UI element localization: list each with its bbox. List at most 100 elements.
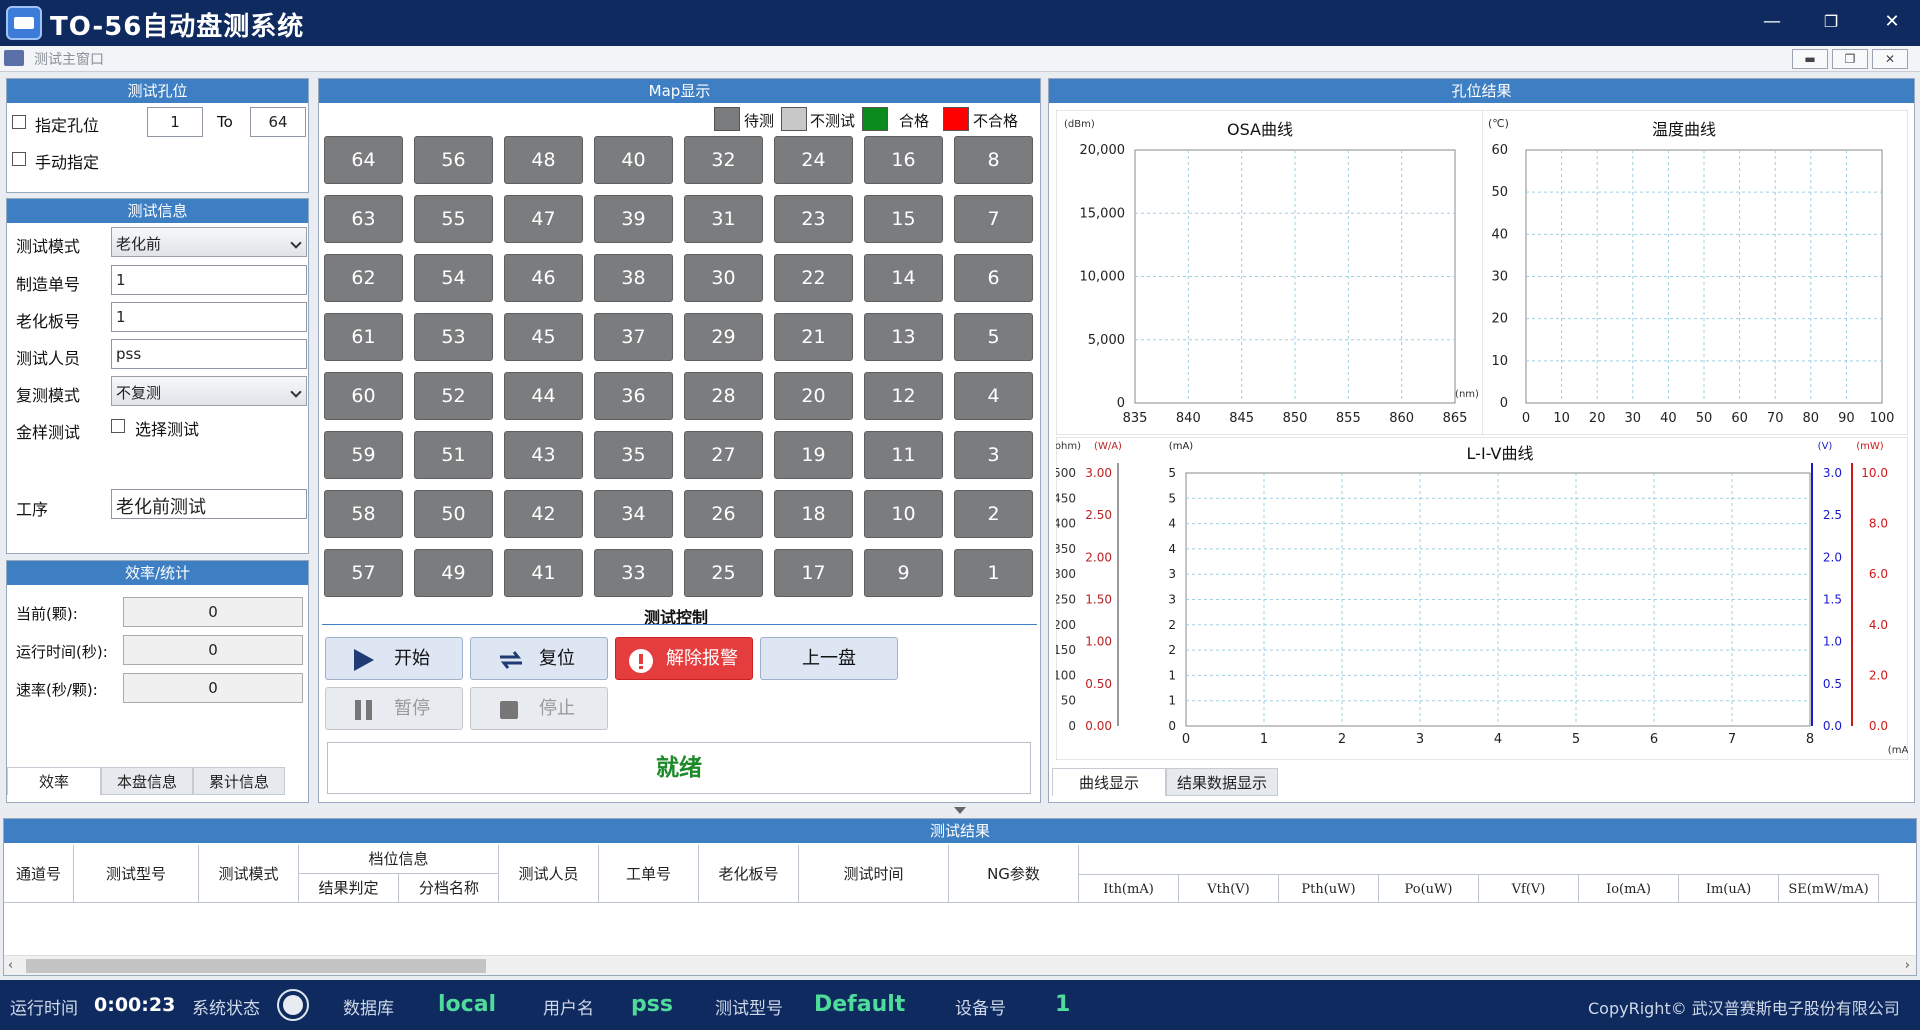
specify-hole-checkbox[interactable] (12, 115, 26, 129)
close-icon[interactable]: ✕ (1874, 8, 1910, 36)
hole-62[interactable]: 62 (324, 254, 403, 302)
hole-31[interactable]: 31 (684, 195, 763, 243)
hole-3[interactable]: 3 (954, 431, 1033, 479)
reset-button[interactable]: 复位 (470, 637, 608, 680)
hole-55[interactable]: 55 (414, 195, 493, 243)
hole-63[interactable]: 63 (324, 195, 403, 243)
pause-button[interactable]: 暂停 (325, 687, 463, 730)
hole-5[interactable]: 5 (954, 313, 1033, 361)
minimize-icon[interactable]: — (1754, 8, 1790, 36)
hole-52[interactable]: 52 (414, 372, 493, 420)
liv-chart: L-I-V曲线 (mA) 012345678(ohm)0501001502002… (1056, 437, 1908, 760)
hole-18[interactable]: 18 (774, 490, 853, 538)
hole-64[interactable]: 64 (324, 136, 403, 184)
hole-34[interactable]: 34 (594, 490, 673, 538)
hole-23[interactable]: 23 (774, 195, 853, 243)
order-input[interactable]: 1 (111, 265, 307, 295)
scrollbar-thumb[interactable] (26, 959, 486, 973)
tab-result-data[interactable]: 结果数据显示 (1166, 768, 1278, 796)
hole-51[interactable]: 51 (414, 431, 493, 479)
hole-35[interactable]: 35 (594, 431, 673, 479)
tab-curve-display[interactable]: 曲线显示 (1052, 768, 1166, 796)
hole-42[interactable]: 42 (504, 490, 583, 538)
hole-15[interactable]: 15 (864, 195, 943, 243)
previous-plate-button[interactable]: 上一盘 (760, 637, 898, 680)
hole-26[interactable]: 26 (684, 490, 763, 538)
hole-39[interactable]: 39 (594, 195, 673, 243)
collapse-arrow-icon[interactable] (954, 807, 966, 814)
hole-43[interactable]: 43 (504, 431, 583, 479)
tab-cumulative-info[interactable]: 累计信息 (193, 767, 285, 795)
restore-icon[interactable]: ❐ (1813, 8, 1849, 36)
hole-7[interactable]: 7 (954, 195, 1033, 243)
tab-efficiency[interactable]: 效率 (7, 767, 101, 795)
golden-checkbox[interactable] (111, 419, 125, 433)
mdi-restore-icon[interactable]: ❐ (1832, 49, 1868, 69)
hole-49[interactable]: 49 (414, 549, 493, 597)
board-input[interactable]: 1 (111, 302, 307, 332)
hole-54[interactable]: 54 (414, 254, 493, 302)
stop-button[interactable]: 停止 (470, 687, 608, 730)
hole-46[interactable]: 46 (504, 254, 583, 302)
hole-11[interactable]: 11 (864, 431, 943, 479)
hole-59[interactable]: 59 (324, 431, 403, 479)
hole-32[interactable]: 32 (684, 136, 763, 184)
mdi-minimize-icon[interactable]: ▬ (1792, 49, 1828, 69)
hole-36[interactable]: 36 (594, 372, 673, 420)
hole-10[interactable]: 10 (864, 490, 943, 538)
hole-27[interactable]: 27 (684, 431, 763, 479)
hole-22[interactable]: 22 (774, 254, 853, 302)
start-button[interactable]: 开始 (325, 637, 463, 680)
mdi-close-icon[interactable]: ✕ (1872, 49, 1908, 69)
scroll-right-icon[interactable]: › (1905, 958, 1910, 973)
hole-45[interactable]: 45 (504, 313, 583, 361)
hole-57[interactable]: 57 (324, 549, 403, 597)
hole-48[interactable]: 48 (504, 136, 583, 184)
hole-1[interactable]: 1 (954, 549, 1033, 597)
retest-select[interactable]: 不复测 (111, 376, 307, 406)
hole-50[interactable]: 50 (414, 490, 493, 538)
hole-30[interactable]: 30 (684, 254, 763, 302)
hole-from-input[interactable]: 1 (147, 107, 203, 137)
hole-24[interactable]: 24 (774, 136, 853, 184)
hole-14[interactable]: 14 (864, 254, 943, 302)
hole-33[interactable]: 33 (594, 549, 673, 597)
hole-8[interactable]: 8 (954, 136, 1033, 184)
hole-61[interactable]: 61 (324, 313, 403, 361)
hole-9[interactable]: 9 (864, 549, 943, 597)
hole-4[interactable]: 4 (954, 372, 1033, 420)
horizontal-scrollbar[interactable]: ‹ › (4, 955, 1916, 975)
manual-specify-checkbox[interactable] (12, 152, 26, 166)
process-input[interactable]: 老化前测试 (111, 489, 307, 519)
hole-12[interactable]: 12 (864, 372, 943, 420)
tester-input[interactable]: pss (111, 339, 307, 369)
hole-16[interactable]: 16 (864, 136, 943, 184)
hole-17[interactable]: 17 (774, 549, 853, 597)
hole-2[interactable]: 2 (954, 490, 1033, 538)
hole-28[interactable]: 28 (684, 372, 763, 420)
hole-20[interactable]: 20 (774, 372, 853, 420)
liv-axis-tick: 3.0 (1823, 466, 1842, 480)
hole-60[interactable]: 60 (324, 372, 403, 420)
hole-25[interactable]: 25 (684, 549, 763, 597)
hole-41[interactable]: 41 (504, 549, 583, 597)
hole-53[interactable]: 53 (414, 313, 493, 361)
hole-13[interactable]: 13 (864, 313, 943, 361)
hole-to-input[interactable]: 64 (250, 107, 306, 137)
clear-alarm-button[interactable]: 解除报警 (615, 637, 753, 680)
hole-47[interactable]: 47 (504, 195, 583, 243)
scroll-left-icon[interactable]: ‹ (8, 958, 13, 973)
hole-40[interactable]: 40 (594, 136, 673, 184)
tab-plate-info[interactable]: 本盘信息 (101, 767, 193, 795)
hole-19[interactable]: 19 (774, 431, 853, 479)
hole-58[interactable]: 58 (324, 490, 403, 538)
hole-56[interactable]: 56 (414, 136, 493, 184)
hole-6[interactable]: 6 (954, 254, 1033, 302)
hole-38[interactable]: 38 (594, 254, 673, 302)
hole-44[interactable]: 44 (504, 372, 583, 420)
hole-21[interactable]: 21 (774, 313, 853, 361)
mode-select[interactable]: 老化前 (111, 227, 307, 257)
liv-axis-tick: 100 (1056, 668, 1076, 682)
hole-29[interactable]: 29 (684, 313, 763, 361)
hole-37[interactable]: 37 (594, 313, 673, 361)
